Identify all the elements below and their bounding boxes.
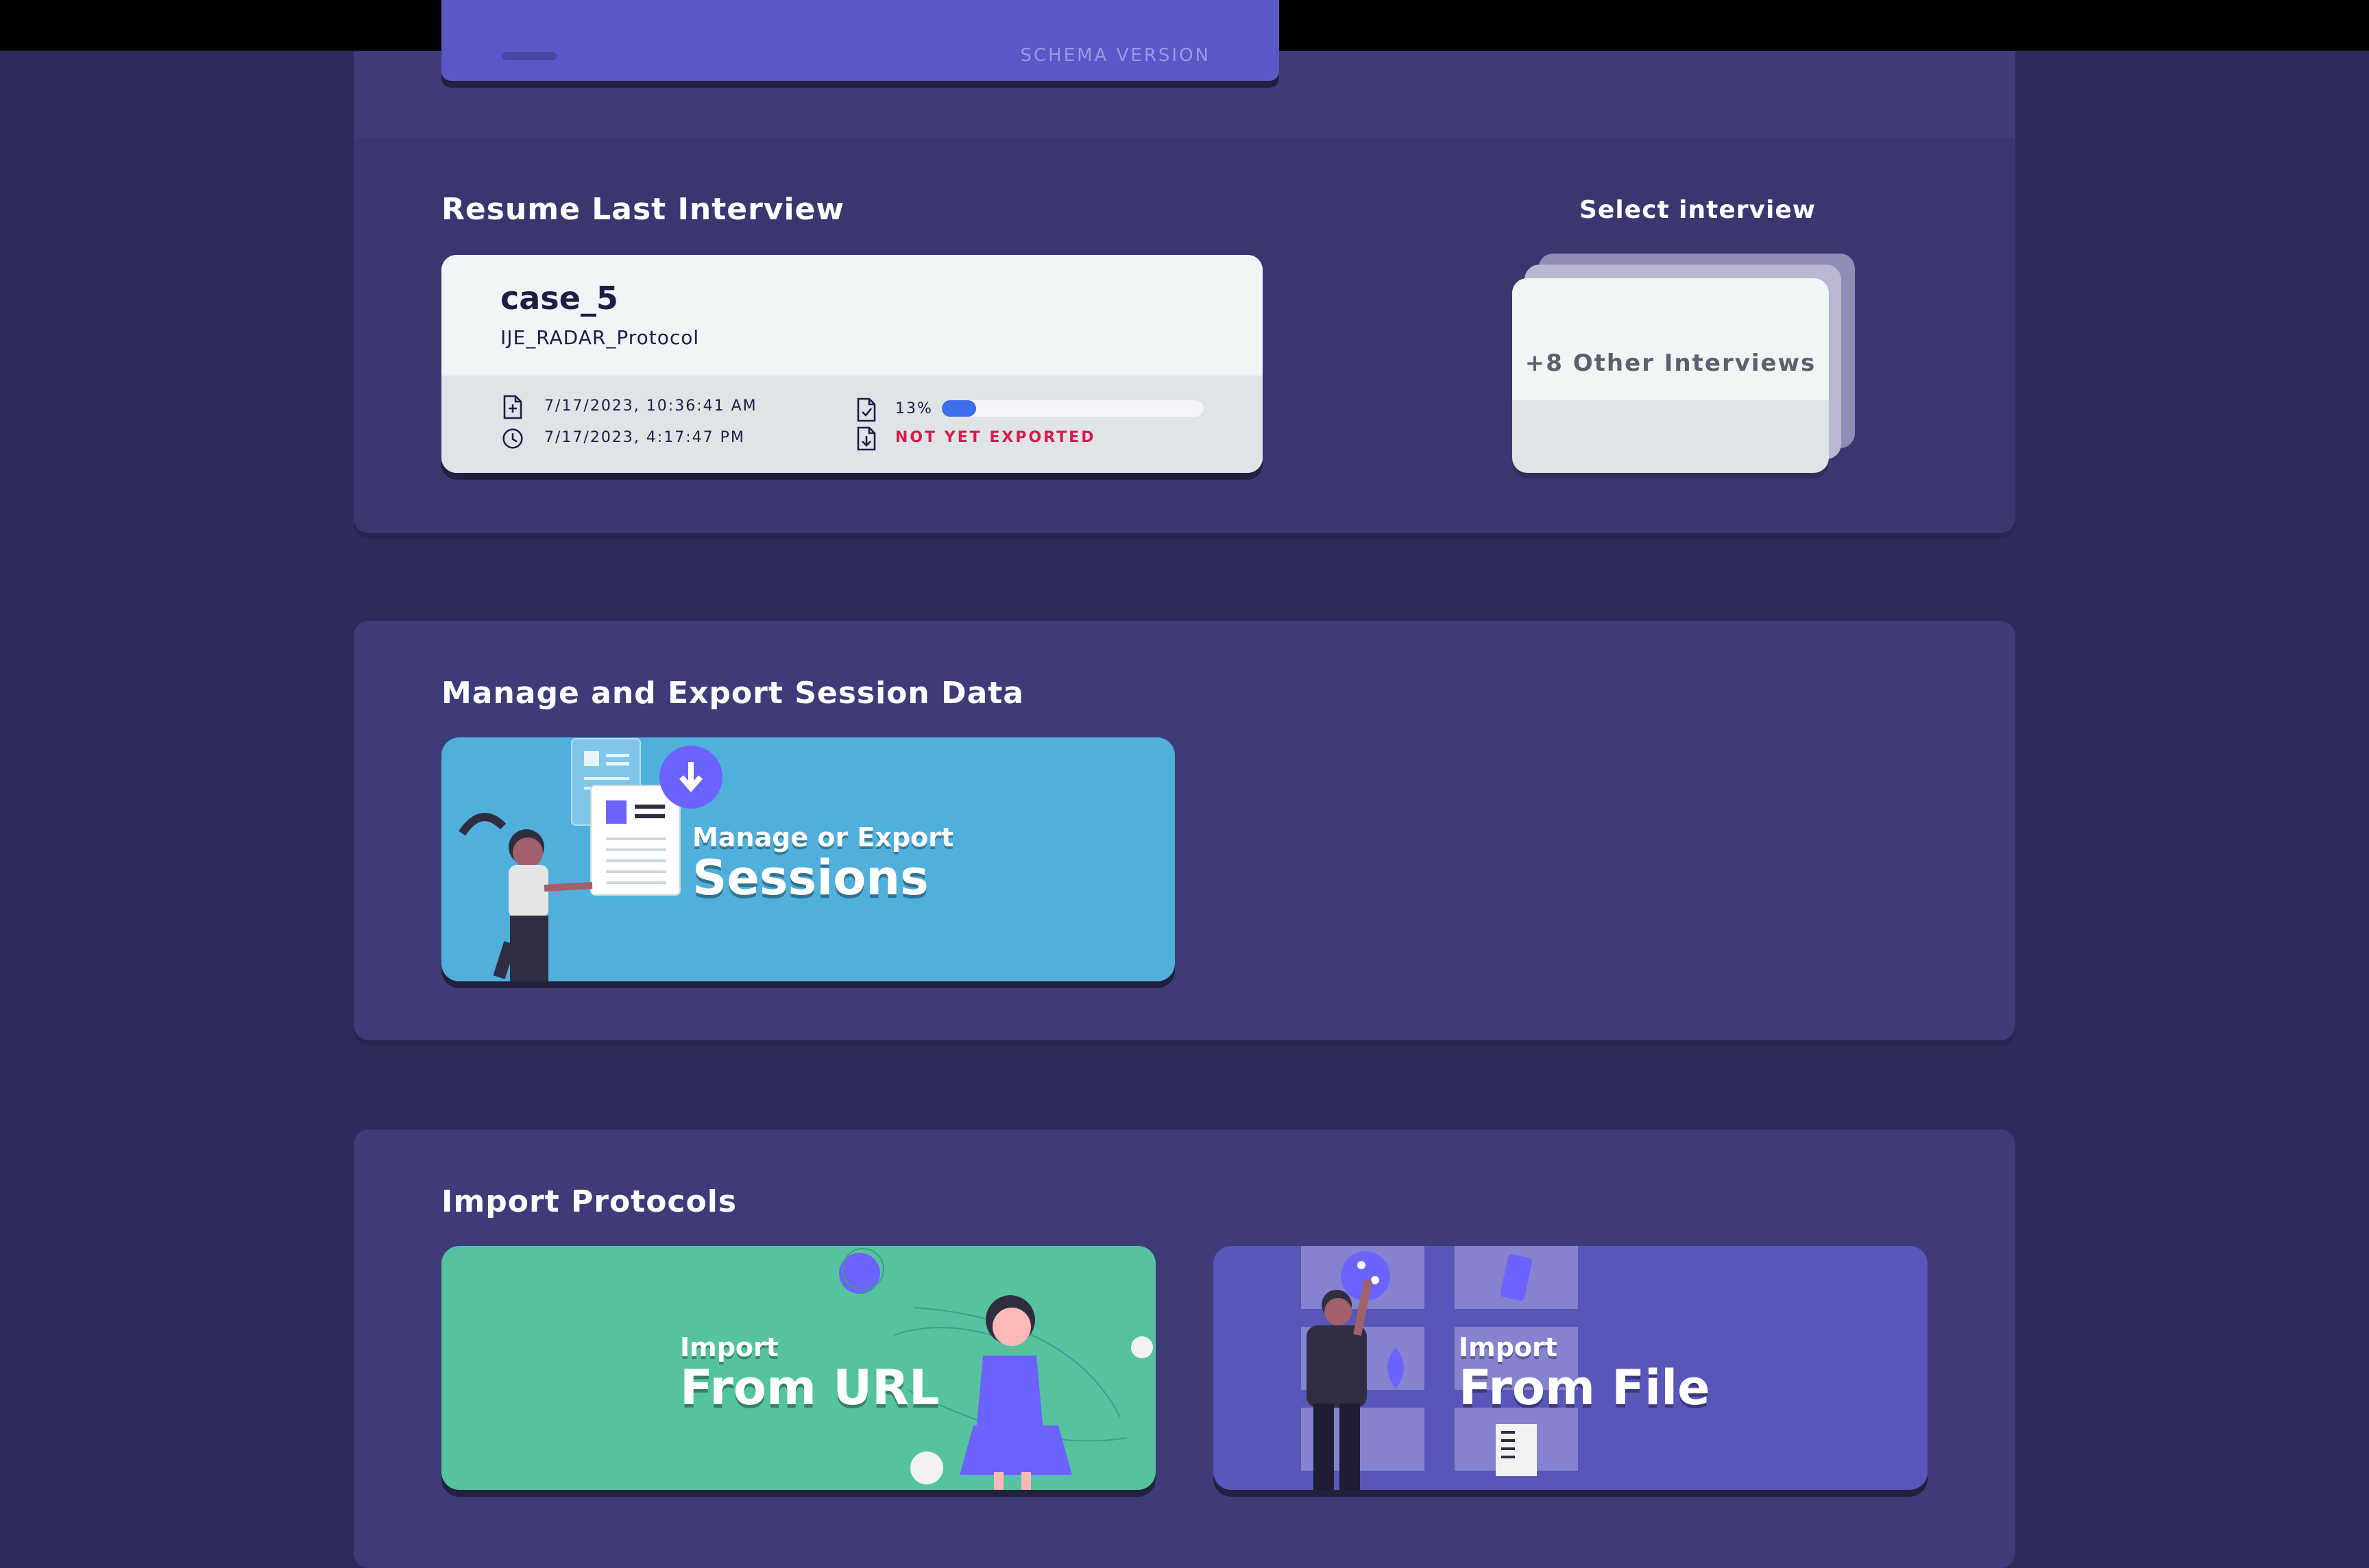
other-interviews-label: +8 Other Interviews (1524, 350, 1817, 377)
sessions-tile-subtitle: Manage or Export (692, 822, 954, 853)
url-tile-title: From URL (680, 1360, 940, 1416)
other-interviews-button[interactable]: +8 Other Interviews (1512, 278, 1829, 473)
select-interview-label: Select interview (1579, 196, 1817, 224)
interview-progress-bar (942, 400, 1204, 417)
manage-sessions-tile[interactable]: Manage or Export Sessions (441, 737, 1175, 981)
interview-progress-text: 13% (895, 400, 933, 417)
interview-updated-date: 7/17/2023, 4:17:47 PM (544, 429, 745, 446)
export-status-text: NOT YET EXPORTED (895, 429, 1096, 446)
interview-protocol-name: IJE_RADAR_Protocol (500, 326, 700, 349)
manage-section-title: Manage and Export Session Data (441, 676, 1024, 711)
interview-progress-fill (942, 400, 976, 417)
previous-card-text: SCHEMA VERSION (1020, 45, 1211, 66)
import-from-url-tile[interactable]: Import From URL (441, 1246, 1156, 1490)
file-check-icon (857, 397, 876, 422)
clock-icon (502, 428, 523, 449)
previous-protocol-card[interactable]: SCHEMA VERSION (441, 0, 1279, 81)
file-export-icon (857, 426, 876, 451)
previous-card-chip (502, 52, 557, 60)
resume-section-title: Resume Last Interview (441, 192, 845, 227)
file-tile-subtitle: Import (1459, 1332, 1557, 1362)
import-section-title: Import Protocols (441, 1184, 738, 1219)
file-add-icon (503, 395, 522, 419)
sessions-tile-title: Sessions (692, 850, 929, 906)
interview-card-footer (441, 376, 1263, 473)
stack-card-top (1512, 278, 1829, 400)
interview-created-date: 7/17/2023, 10:36:41 AM (544, 397, 757, 415)
url-tile-subtitle: Import (680, 1332, 779, 1362)
file-tile-title: From File (1459, 1360, 1710, 1416)
interview-case-id: case_5 (500, 280, 618, 317)
import-from-file-tile[interactable]: Import From File (1213, 1246, 1928, 1490)
